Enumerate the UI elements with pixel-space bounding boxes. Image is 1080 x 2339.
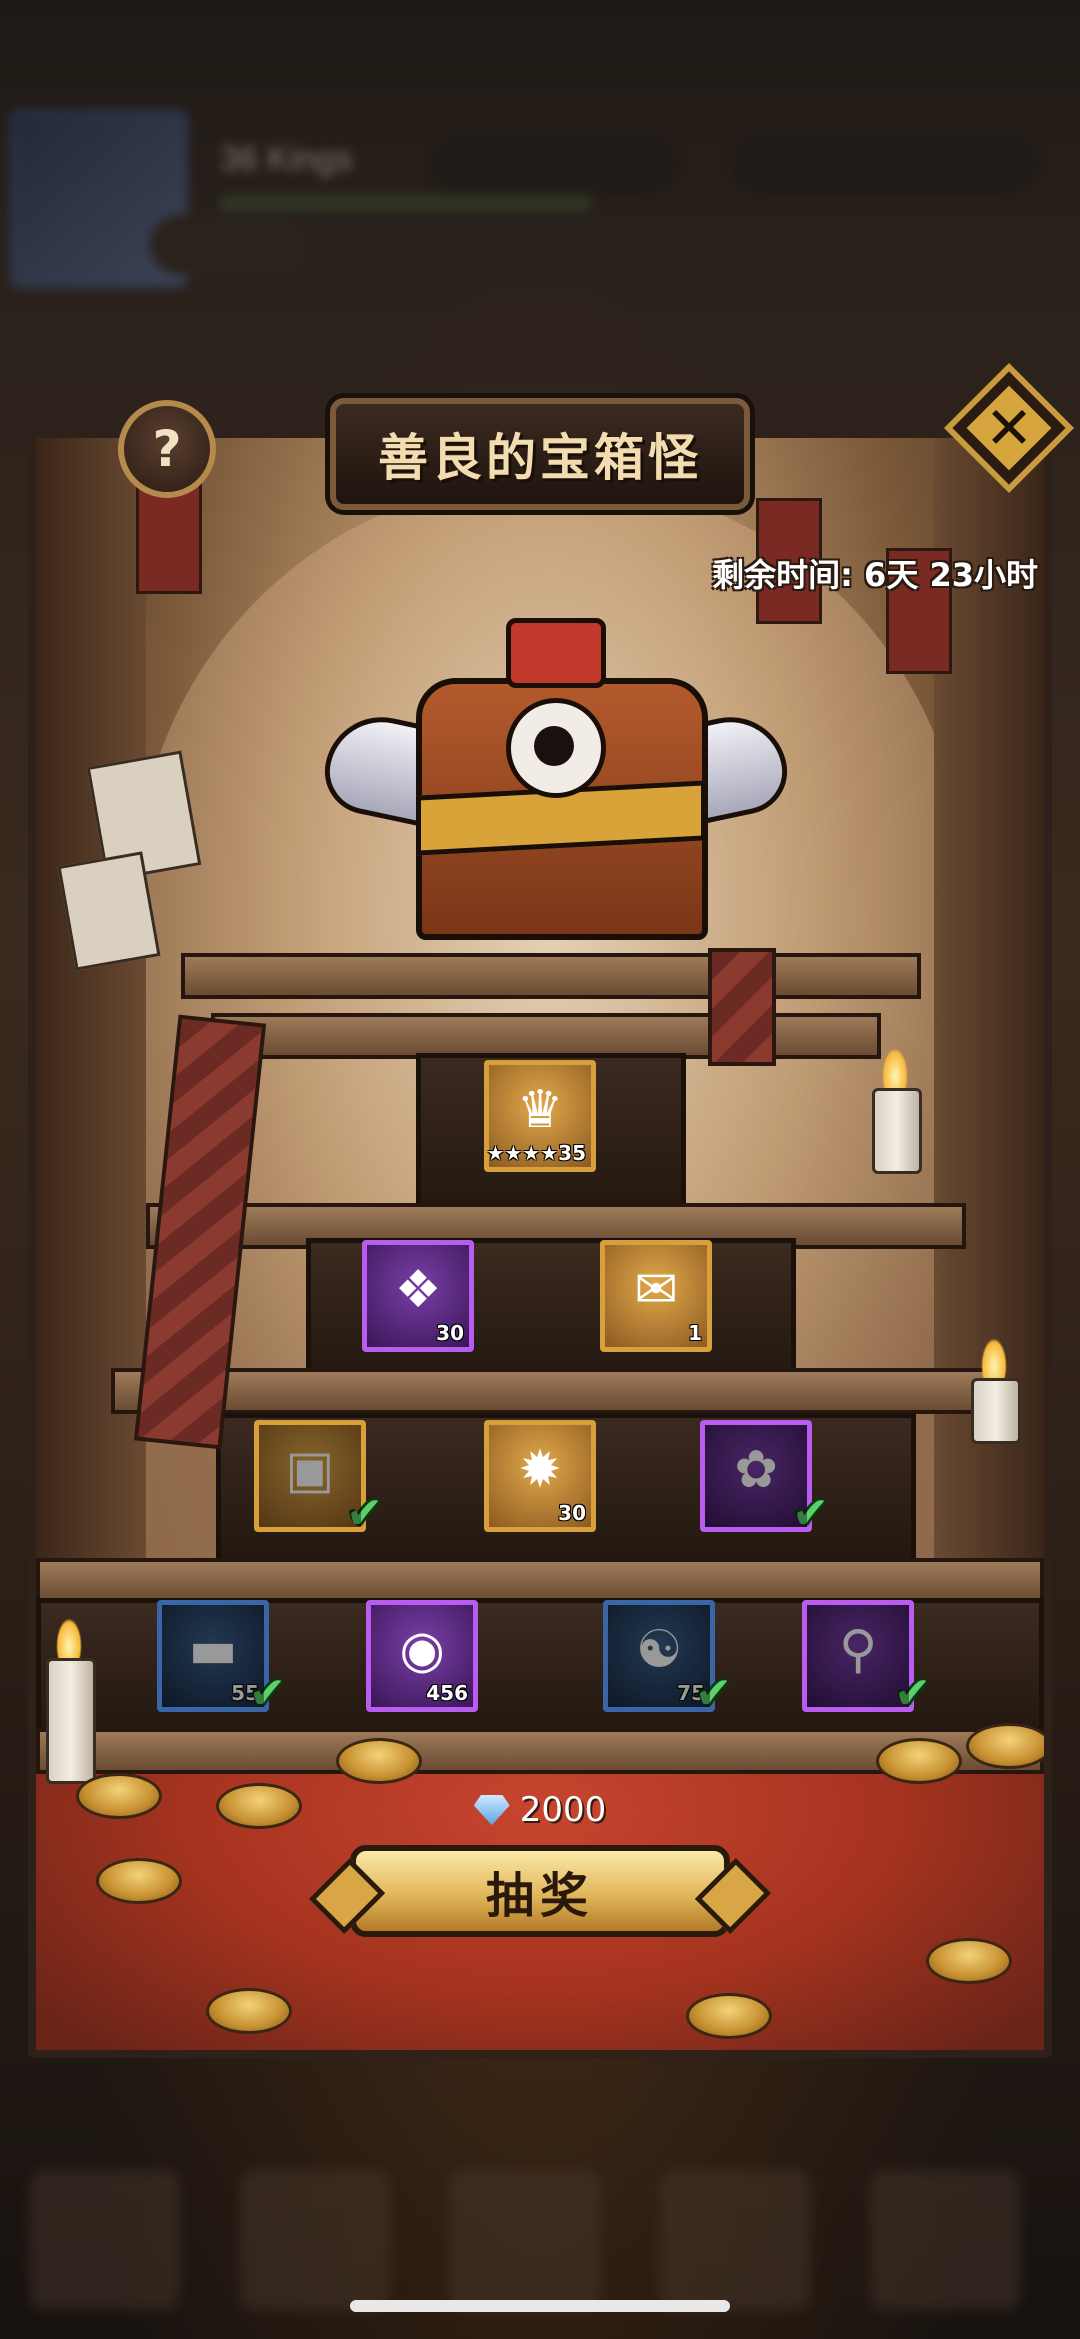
draw-cost: 2000 bbox=[0, 1790, 1080, 1830]
blurred-top-bar: 36 Kings bbox=[0, 95, 1080, 295]
reward-quantity: ★★★★35 bbox=[486, 1141, 586, 1165]
reward-item-r1[interactable]: ♛ ★★★★35 bbox=[484, 1060, 596, 1172]
remaining-time: 剩余时间: 6天 23小时 bbox=[712, 550, 1038, 596]
purple-scroll-icon: ❖ bbox=[394, 1259, 442, 1320]
gold-currency bbox=[430, 135, 680, 195]
iron-ingot-icon: ▬ bbox=[188, 1619, 238, 1680]
candle bbox=[872, 1088, 922, 1174]
wind-orb-icon: ☯ bbox=[635, 1619, 683, 1680]
remaining-time-value: 6天 23小时 bbox=[864, 556, 1038, 594]
stamina-currency bbox=[150, 215, 310, 275]
scroll-bundle-icon: ⚲ bbox=[838, 1619, 878, 1680]
candle bbox=[971, 1378, 1021, 1444]
contract-scroll-icon: ✉ bbox=[634, 1259, 678, 1320]
reward-item-r8[interactable]: ◉ 456 bbox=[366, 1600, 478, 1712]
checkmark-icon: ✔ bbox=[249, 1668, 286, 1719]
reward-quantity: 75 bbox=[677, 1681, 705, 1705]
checkmark-icon: ✔ bbox=[346, 1488, 383, 1539]
crown-icon bbox=[506, 618, 606, 688]
reward-item-r2[interactable]: ❖ 30 bbox=[362, 1240, 474, 1352]
reward-item-r5[interactable]: ✹ 30 bbox=[484, 1420, 596, 1532]
wanted-poster bbox=[57, 851, 161, 971]
remaining-time-label: 剩余时间: bbox=[712, 556, 853, 594]
gem-currency bbox=[730, 135, 1040, 195]
diamond-icon bbox=[473, 1795, 510, 1825]
title-banner: 善良的宝箱怪 bbox=[330, 398, 750, 510]
chest-monster-illustration bbox=[316, 618, 796, 940]
draw-button[interactable]: 抽奖 bbox=[350, 1845, 730, 1937]
reward-quantity: 1 bbox=[688, 1321, 702, 1345]
reward-quantity: 456 bbox=[426, 1681, 468, 1705]
exp-bar bbox=[220, 195, 590, 211]
reward-item-r7[interactable]: ▬ 55 ✔ bbox=[157, 1600, 286, 1719]
reward-quantity: 55 bbox=[231, 1681, 259, 1705]
question-icon: ? bbox=[152, 420, 182, 478]
hanging-cloth bbox=[708, 948, 776, 1066]
checkmark-icon: ✔ bbox=[894, 1668, 931, 1719]
compass-rune-icon: ✹ bbox=[518, 1439, 562, 1500]
reward-item-r10[interactable]: ⚲ ✔ bbox=[802, 1600, 931, 1719]
reward-quantity: 30 bbox=[436, 1321, 464, 1345]
draw-cost-amount: 2000 bbox=[519, 1790, 607, 1830]
reward-item-r3[interactable]: ✉ 1 bbox=[600, 1240, 712, 1352]
page-title: 善良的宝箱怪 bbox=[378, 429, 702, 487]
player-name: 36 Kings bbox=[220, 140, 353, 178]
reward-quantity: 30 bbox=[558, 1501, 586, 1525]
home-indicator[interactable] bbox=[350, 2300, 730, 2312]
draw-button-label: 抽奖 bbox=[485, 1868, 594, 1924]
gold-orb-icon: ◉ bbox=[399, 1619, 445, 1680]
checkmark-icon: ✔ bbox=[792, 1488, 829, 1539]
candle bbox=[46, 1658, 96, 1784]
reward-item-r4[interactable]: ▣ ✔ bbox=[254, 1420, 383, 1539]
reward-item-r9[interactable]: ☯ 75 ✔ bbox=[603, 1600, 732, 1719]
flower-scroll-icon: ✿ bbox=[734, 1439, 778, 1500]
checkmark-icon: ✔ bbox=[695, 1668, 732, 1719]
hero-shard-icon: ♛ bbox=[516, 1079, 564, 1140]
reward-item-r6[interactable]: ✿ ✔ bbox=[700, 1420, 829, 1539]
close-icon: ✕ bbox=[984, 394, 1034, 462]
help-button[interactable]: ? bbox=[118, 400, 216, 498]
treasure-chest-icon: ▣ bbox=[285, 1439, 335, 1500]
